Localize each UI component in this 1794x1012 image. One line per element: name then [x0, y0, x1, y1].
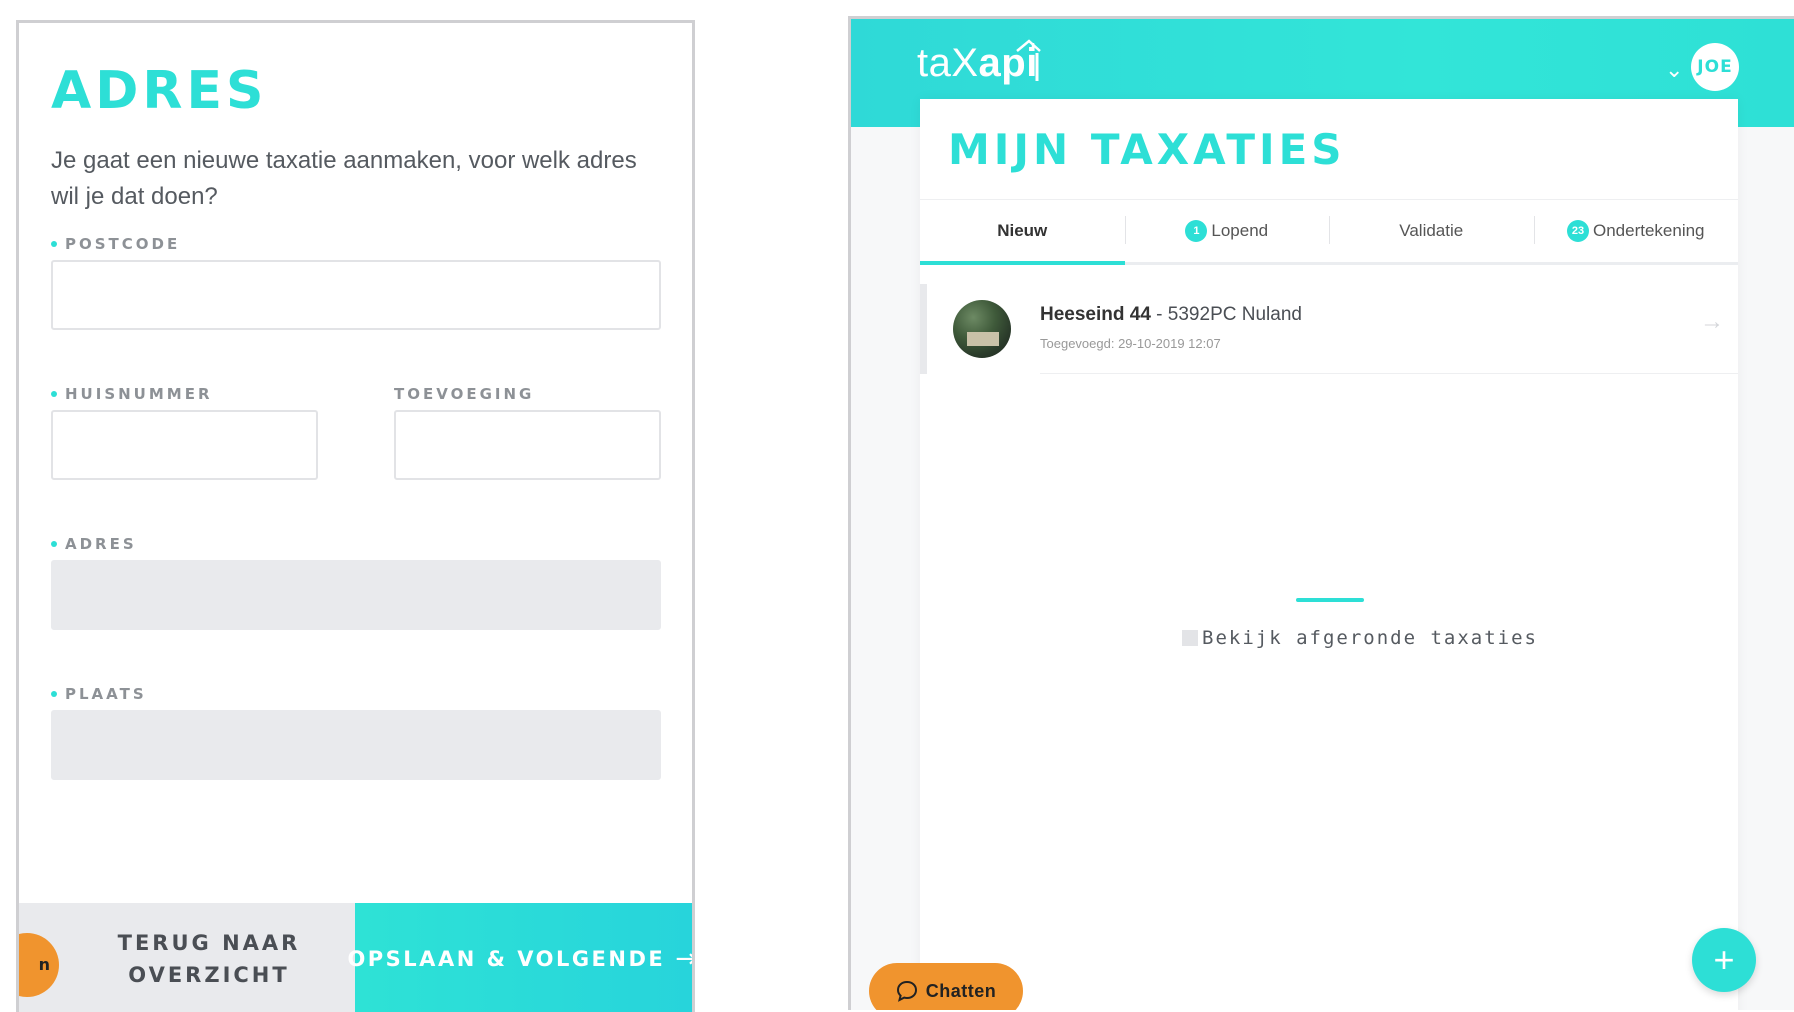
plaats-label-text: PLAATS [65, 685, 147, 703]
required-indicator [51, 391, 57, 397]
back-label-line1: TERUG NAAR [117, 931, 301, 955]
tab-label: Lopend [1211, 221, 1269, 240]
item-street: Heeseind 44 [1040, 304, 1151, 325]
tab-label: Nieuw [997, 221, 1048, 240]
tab-ondertekening[interactable]: 23 Ondertekening [1533, 200, 1739, 262]
chat-bubble-partial[interactable]: n [19, 933, 59, 997]
plaats-input [51, 710, 661, 780]
plaats-label: PLAATS [51, 685, 147, 703]
adres-label: ADRES [51, 535, 137, 553]
postcode-label: POSTCODE [51, 235, 180, 253]
chat-button[interactable]: Chatten [869, 963, 1023, 1010]
show-completed-label: Bekijk afgeronde taxaties [1202, 627, 1538, 649]
chat-label: Chatten [925, 980, 997, 1001]
chevron-down-icon[interactable]: ⌄ [1665, 57, 1683, 83]
save-and-next-button[interactable]: OPSLAAN & VOLGENDE → [347, 903, 692, 1012]
form-intro: Je gaat een nieuwe taxatie aanmaken, voo… [51, 147, 637, 210]
postcode-label-text: POSTCODE [65, 235, 181, 253]
required-indicator [51, 241, 57, 247]
count-badge: 1 [1185, 220, 1208, 242]
huisnummer-label: HUISNUMMER [51, 385, 213, 403]
back-button-label: TERUG NAAR OVERZICHT [109, 927, 309, 991]
arrow-right-icon: → [675, 944, 692, 974]
page-title: MIJN TAXATIES [948, 125, 1346, 174]
user-avatar[interactable]: JOE [1691, 43, 1739, 91]
postcode-input[interactable] [51, 260, 661, 330]
item-divider [1040, 373, 1738, 374]
required-indicator [51, 691, 57, 697]
huisnummer-label-text: HUISNUMMER [65, 385, 213, 403]
item-separator: - [1150, 304, 1168, 325]
tab-validatie[interactable]: Validatie [1329, 200, 1534, 262]
taxaties-card: MIJN TAXATIES Nieuw 1 Lopend Validatie 2… [920, 99, 1738, 1010]
count-badge: 23 [1566, 220, 1589, 242]
item-indicator-bar [920, 284, 927, 374]
tab-lopend[interactable]: 1 Lopend [1124, 200, 1330, 262]
address-form-panel: ADRES Je gaat een nieuwe taxatie aanmake… [16, 20, 695, 1012]
property-thumbnail [953, 300, 1011, 358]
chat-bubble-icon [896, 980, 917, 1002]
section-divider [1296, 598, 1364, 602]
chat-bubble-text: n [38, 955, 53, 974]
tab-label: Ondertekening [1592, 221, 1705, 240]
item-location: 5392PC Nuland [1167, 304, 1302, 325]
save-next-label: OPSLAAN & VOLGENDE [347, 947, 666, 971]
item-address: Heeseind 44 - 5392PC Nuland [1040, 304, 1302, 326]
toevoeging-label-text: TOEVOEGING [394, 385, 535, 403]
tab-label: Validatie [1399, 221, 1464, 240]
arrow-right-icon: → [1700, 308, 1724, 335]
required-indicator [51, 541, 57, 547]
taxaties-app-panel: taXapi ⌄ JOE MIJN TAXATIES Nieuw 1 Lopen… [848, 16, 1794, 1010]
taxapi-logo[interactable]: taXapi [917, 39, 1041, 86]
back-label-line2: OVERZICHT [128, 963, 290, 987]
back-to-overview-button[interactable]: n TERUG NAAR OVERZICHT [19, 903, 355, 1012]
adres-label-text: ADRES [65, 535, 137, 553]
checkbox[interactable] [1182, 630, 1198, 646]
show-completed-toggle[interactable]: Bekijk afgeronde taxaties [1182, 627, 1538, 649]
form-title: ADRES [51, 61, 268, 121]
tab-nieuw[interactable]: Nieuw [920, 200, 1125, 265]
form-footer: n TERUG NAAR OVERZICHT OPSLAAN & VOLGEND… [19, 903, 692, 1012]
taxatie-list-item[interactable]: Heeseind 44 - 5392PC Nuland Toegevoegd: … [920, 284, 1738, 374]
toevoeging-label: TOEVOEGING [394, 385, 534, 403]
house-roof-icon [1016, 39, 1041, 81]
logo-prefix: taX [917, 41, 979, 85]
toevoeging-input[interactable] [394, 410, 661, 480]
item-added-date: Toegevoegd: 29-10-2019 12:07 [1040, 336, 1221, 351]
add-taxatie-button[interactable]: + [1692, 928, 1756, 992]
house-image [967, 332, 999, 346]
status-tabs: Nieuw 1 Lopend Validatie 23 Ondertekenin… [920, 199, 1738, 265]
adres-input [51, 560, 661, 630]
huisnummer-input[interactable] [51, 410, 318, 480]
